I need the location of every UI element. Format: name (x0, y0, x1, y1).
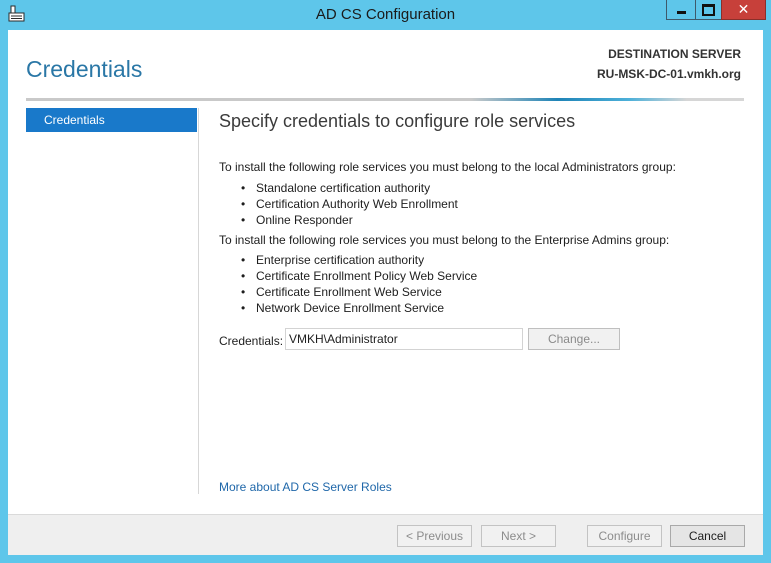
list-item: Standalone certification authority (241, 180, 458, 196)
change-credentials-button[interactable]: Change... (528, 328, 620, 350)
minimize-icon (676, 11, 686, 14)
list-item: Online Responder (241, 212, 458, 228)
credentials-field[interactable] (285, 328, 523, 350)
minimize-button[interactable] (666, 0, 696, 20)
close-icon: ✕ (737, 1, 750, 18)
wizard-footer: < Previous Next > Configure Cancel (8, 514, 763, 555)
title-bar[interactable]: AD CS Configuration ✕ (0, 0, 771, 30)
nav-item-credentials[interactable]: Credentials (26, 108, 197, 132)
destination-server-label: DESTINATION SERVER (608, 47, 741, 61)
cancel-button[interactable]: Cancel (670, 525, 745, 547)
page-title: Credentials (26, 56, 143, 82)
list-item: Certificate Enrollment Policy Web Servic… (241, 268, 477, 284)
enterprise-admin-services-list: Enterprise certification authority Certi… (241, 252, 477, 316)
next-button[interactable]: Next > (481, 525, 556, 547)
maximize-icon (702, 3, 715, 16)
list-item: Certification Authority Web Enrollment (241, 196, 458, 212)
header-divider (26, 98, 744, 101)
local-admin-services-list: Standalone certification authority Certi… (241, 180, 458, 228)
credentials-label: Credentials: (219, 334, 284, 348)
list-item: Network Device Enrollment Service (241, 300, 477, 316)
close-button[interactable]: ✕ (721, 0, 766, 20)
configure-button[interactable]: Configure (587, 525, 662, 547)
wizard-navigation: Credentials (26, 108, 199, 494)
section-heading: Specify credentials to configure role se… (219, 111, 576, 131)
previous-button[interactable]: < Previous (397, 525, 472, 547)
maximize-button[interactable] (695, 0, 722, 20)
local-admins-intro: To install the following role services y… (219, 160, 676, 174)
enterprise-admins-intro: To install the following role services y… (219, 233, 670, 247)
list-item: Certificate Enrollment Web Service (241, 284, 477, 300)
more-about-roles-link[interactable]: More about AD CS Server Roles (219, 480, 392, 494)
list-item: Enterprise certification authority (241, 252, 477, 268)
wizard-client-area: Credentials DESTINATION SERVER RU-MSK-DC… (8, 30, 763, 555)
window-title: AD CS Configuration (315, 6, 456, 23)
destination-server-name: RU-MSK-DC-01.vmkh.org (596, 67, 741, 81)
main-content: Specify credentials to configure role se… (219, 108, 749, 498)
